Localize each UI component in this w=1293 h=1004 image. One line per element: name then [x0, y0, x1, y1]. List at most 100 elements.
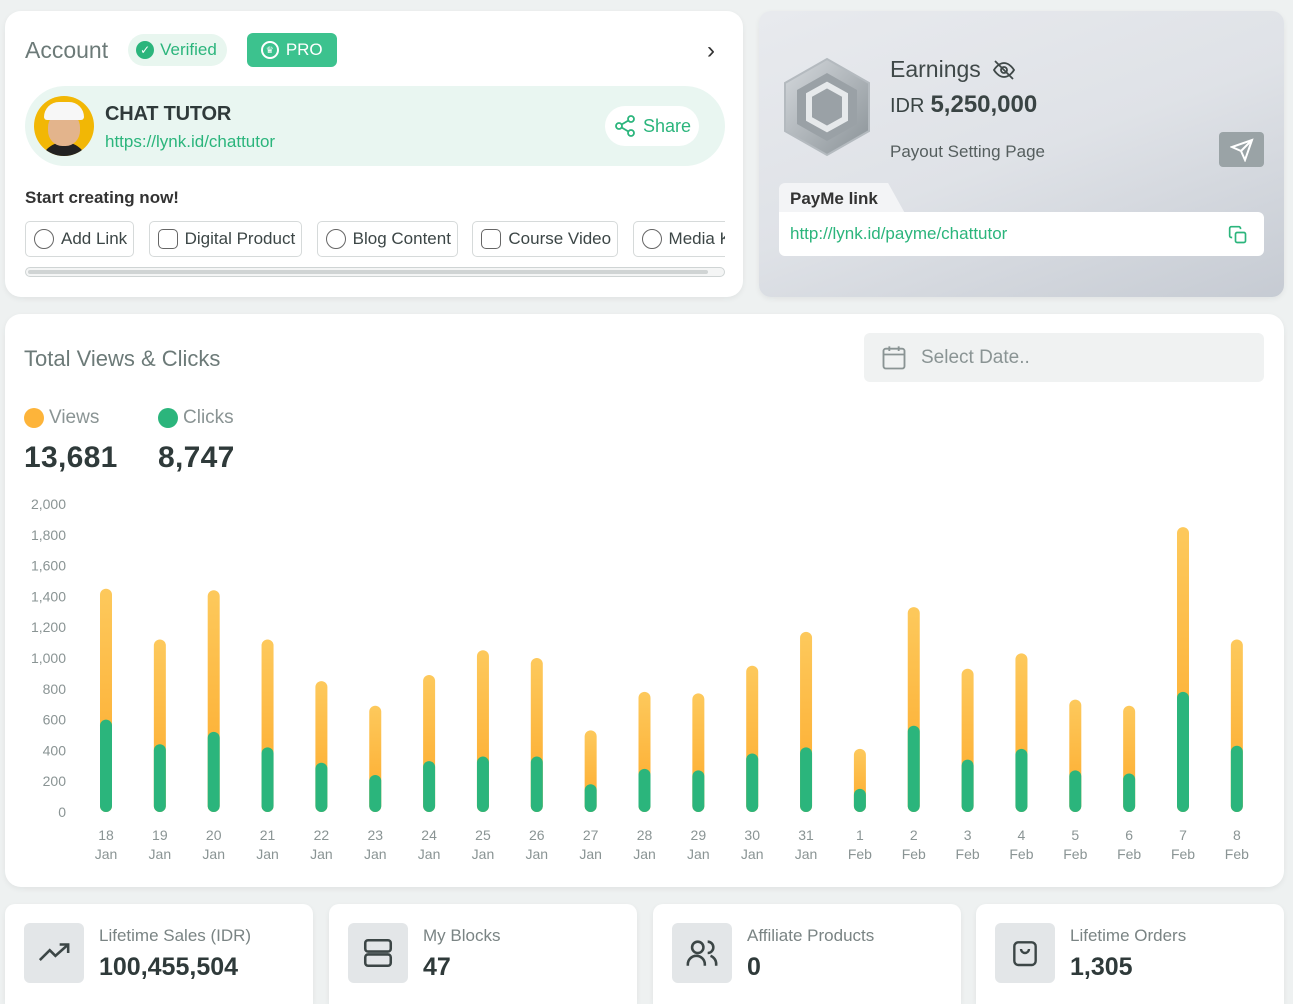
profile-name: CHAT TUTOR	[105, 103, 232, 125]
y-tick-label: 800	[43, 681, 67, 697]
folder-plus-icon	[157, 229, 178, 249]
send-button[interactable]	[1219, 132, 1264, 167]
server-icon	[348, 923, 408, 983]
digital-product-chip[interactable]: Digital Product	[148, 221, 303, 257]
x-tick-month: Feb	[956, 846, 980, 862]
clicks-bar	[261, 747, 274, 812]
stat-value: 100,455,504	[99, 953, 239, 981]
clicks-bar	[584, 784, 597, 812]
x-tick-day: 3	[964, 827, 972, 843]
start-creating-title: Start creating now!	[25, 188, 179, 207]
stat-value: 1,305	[1070, 953, 1133, 981]
date-select-input[interactable]: Select Date..	[864, 333, 1264, 382]
views-clicks-bar-chart: 0 200 400 600 800 1,000 1,200 1,400 1,600 1,800 2,…	[31, 496, 1249, 862]
x-axis: 18Jan19Jan20Jan21Jan22Jan23Jan24Jan25Jan…	[95, 827, 1249, 862]
avatar	[34, 96, 94, 156]
x-tick-month: Feb	[1225, 846, 1249, 862]
share-button[interactable]: Share	[605, 106, 699, 146]
payme-url[interactable]: http://lynk.id/payme/chattutor	[790, 224, 1007, 244]
x-tick-day: 22	[314, 827, 330, 843]
x-tick-day: 1	[856, 827, 864, 843]
stat-label: My Blocks	[423, 926, 501, 945]
legend-views: Views	[24, 407, 99, 429]
add-link-chip[interactable]: Add Link	[25, 221, 135, 257]
stat-card-lifetime-sales[interactable]: Lifetime Sales (IDR) 100,455,504	[5, 904, 313, 1004]
x-tick-month: Jan	[95, 846, 118, 862]
eye-off-icon[interactable]	[991, 58, 1017, 82]
clicks-bar	[638, 768, 651, 812]
x-tick-month: Jan	[256, 846, 279, 862]
link-icon	[34, 229, 54, 249]
earnings-label-row: Earnings	[890, 56, 1017, 83]
clicks-bar	[961, 759, 974, 812]
views-label: Views	[49, 407, 100, 428]
profile-url[interactable]: https://lynk.id/chattutor	[105, 132, 275, 152]
clicks-bar	[746, 753, 759, 812]
stat-label: Lifetime Sales (IDR)	[99, 926, 252, 945]
x-tick-day: 29	[691, 827, 707, 843]
x-tick-month: Feb	[1171, 846, 1195, 862]
shopping-bag-icon	[995, 923, 1055, 983]
scrollbar-thumb[interactable]	[28, 270, 708, 274]
clicks-bar	[153, 744, 166, 812]
x-tick-month: Feb	[1063, 846, 1087, 862]
x-tick-day: 25	[475, 827, 491, 843]
stat-value: 0	[747, 953, 761, 981]
x-tick-month: Jan	[687, 846, 710, 862]
clicks-bar	[800, 747, 813, 812]
x-tick-day: 27	[583, 827, 599, 843]
legend-clicks: Clicks	[158, 407, 234, 429]
stat-label: Lifetime Orders	[1070, 926, 1187, 945]
x-tick-day: 7	[1179, 827, 1187, 843]
chevron-right-icon[interactable]: ›	[707, 37, 715, 65]
x-tick-day: 30	[744, 827, 760, 843]
feather-icon	[325, 229, 346, 249]
clicks-bar	[1230, 745, 1243, 812]
create-chip-row: Add Link Digital Product Blog Content Co…	[25, 221, 725, 259]
x-tick-day: 2	[910, 827, 918, 843]
chart-title: Total Views & Clicks	[24, 346, 221, 371]
x-tick-day: 28	[637, 827, 653, 843]
x-tick-month: Feb	[848, 846, 872, 862]
share-label: Share	[642, 115, 692, 136]
send-icon	[1229, 137, 1254, 162]
earnings-currency: IDR	[890, 95, 925, 117]
blog-content-chip[interactable]: Blog Content	[316, 221, 458, 257]
x-tick-day: 21	[260, 827, 276, 843]
course-video-chip[interactable]: Course Video	[472, 221, 619, 257]
chip-scrollbar[interactable]	[25, 267, 725, 277]
pro-badge[interactable]: ♛ PRO	[246, 33, 337, 67]
payme-label: PayMe link	[779, 183, 906, 215]
y-tick-label: 1,400	[31, 588, 66, 604]
x-tick-month: Jan	[418, 846, 441, 862]
pro-label: PRO	[285, 40, 323, 59]
stat-card-affiliate-products[interactable]: Affiliate Products 0	[653, 904, 961, 1004]
clicks-dot	[158, 408, 178, 428]
clicks-bar	[692, 770, 705, 812]
stat-card-my-blocks[interactable]: My Blocks 47	[329, 904, 637, 1004]
x-tick-day: 24	[421, 827, 437, 843]
users-icon	[672, 923, 732, 983]
share-icon	[615, 115, 635, 137]
stat-label: Affiliate Products	[747, 926, 875, 945]
x-tick-day: 19	[152, 827, 168, 843]
earnings-card: Earnings IDR 5,250,000 Payout Setting Pag…	[759, 11, 1284, 297]
clicks-bar	[1069, 770, 1082, 812]
clicks-bar	[907, 725, 920, 812]
x-tick-day: 5	[1071, 827, 1079, 843]
views-clicks-card: Total Views & Clicks Select Date.. Views…	[5, 314, 1284, 887]
account-title: Account	[25, 36, 109, 63]
clicks-bar	[1015, 748, 1028, 812]
y-axis: 0 200 400 600 800 1,000 1,200 1,400 1,600 1,800 2,…	[31, 496, 66, 820]
y-tick-label: 1,600	[31, 558, 66, 574]
copy-icon[interactable]	[1228, 225, 1248, 245]
x-tick-day: 20	[206, 827, 222, 843]
payout-setting-link[interactable]: Payout Setting Page	[890, 142, 1045, 162]
y-tick-label: 1,200	[31, 619, 66, 635]
account-card: Account ✓ Verified ♛ PRO › CHAT TUTOR ht…	[5, 11, 743, 297]
media-kit-chip[interactable]: Media Ki	[632, 221, 725, 257]
clicks-total: 8,747	[158, 441, 235, 474]
account-header: Account ✓ Verified ♛ PRO	[25, 33, 337, 67]
trending-up-icon	[24, 923, 84, 983]
stat-card-lifetime-orders[interactable]: Lifetime Orders 1,305	[976, 904, 1284, 1004]
